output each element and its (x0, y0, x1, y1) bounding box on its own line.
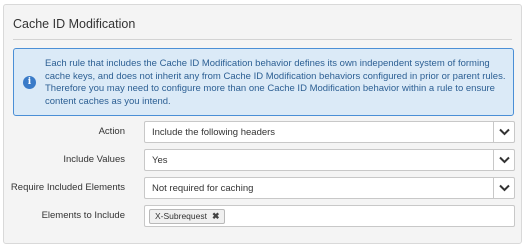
require-included-row: Require Included Elements Not required f… (4, 177, 521, 199)
chevron-down-icon[interactable] (493, 122, 514, 142)
include-values-row: Include Values Yes (4, 149, 521, 171)
action-select-value: Include the following headers (152, 127, 276, 138)
include-values-select[interactable]: Yes (144, 149, 515, 171)
require-included-select-value: Not required for caching (152, 183, 254, 194)
action-select[interactable]: Include the following headers (144, 121, 515, 143)
tag-label: X-Subrequest (155, 211, 207, 221)
elements-tag-input[interactable]: X-Subrequest ✖ (144, 205, 515, 227)
notice-text: Each rule that includes the Cache ID Mod… (45, 58, 506, 107)
action-label: Action (98, 126, 125, 137)
chevron-down-icon[interactable] (493, 150, 514, 170)
cache-id-modification-panel: Cache ID Modification i Each rule that i… (3, 4, 522, 244)
title-divider (13, 39, 512, 40)
close-icon[interactable]: ✖ (212, 211, 220, 221)
require-included-label: Require Included Elements (10, 182, 125, 193)
tag-x-subrequest: X-Subrequest ✖ (149, 209, 225, 224)
chevron-down-icon[interactable] (493, 178, 514, 198)
panel-title: Cache ID Modification (13, 17, 136, 31)
include-values-select-value: Yes (152, 155, 168, 166)
elements-label: Elements to Include (41, 210, 125, 221)
elements-row: Elements to Include X-Subrequest ✖ (4, 205, 521, 227)
action-row: Action Include the following headers (4, 121, 521, 143)
info-icon: i (23, 76, 36, 89)
include-values-label: Include Values (63, 154, 125, 165)
require-included-select[interactable]: Not required for caching (144, 177, 515, 199)
info-notice: i Each rule that includes the Cache ID M… (13, 48, 514, 116)
